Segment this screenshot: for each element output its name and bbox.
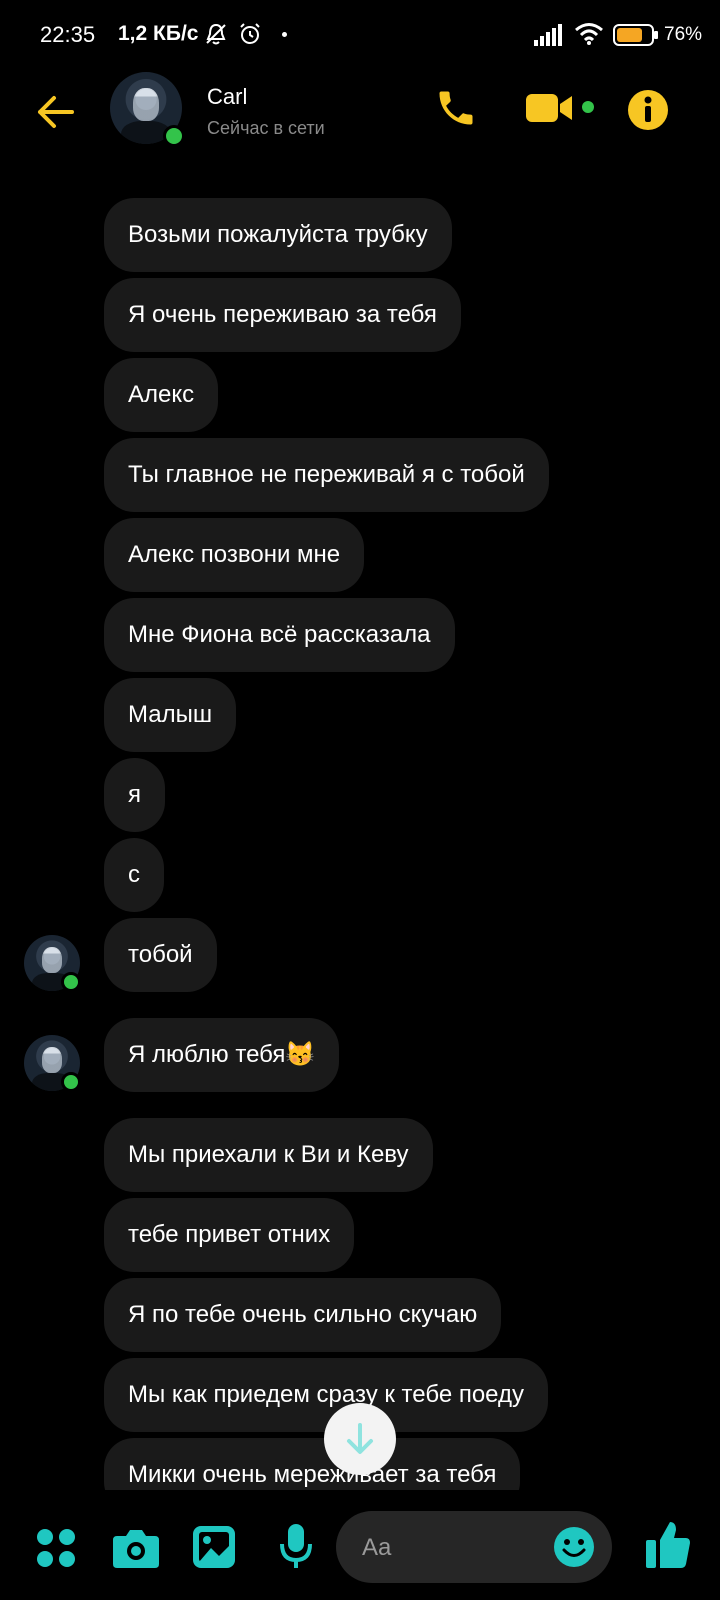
contact-status: Сейчас в сети [207, 118, 325, 138]
battery-level-fill [617, 28, 642, 42]
message-bubble[interactable]: Я люблю тебя😽 [104, 1018, 340, 1092]
gallery-button[interactable] [193, 1526, 235, 1573]
online-indicator [163, 125, 185, 147]
online-indicator [61, 1072, 81, 1092]
arrow-down-icon [324, 1423, 396, 1479]
alarm-icon [238, 22, 262, 51]
battery-icon [613, 24, 659, 51]
info-icon [626, 90, 670, 136]
bell-off-icon [205, 22, 227, 51]
notification-dot [282, 32, 287, 37]
message-bubble[interactable]: Алекс [104, 358, 219, 432]
emoji-button[interactable] [554, 1527, 594, 1572]
phone-icon [434, 91, 478, 134]
message-bubble[interactable]: Возьми пожалуйста трубку [104, 198, 452, 272]
video-call-icon [526, 94, 576, 130]
message-bubble[interactable]: Мне Фиона всё рассказала [104, 598, 455, 672]
back-arrow-icon [32, 96, 80, 140]
message-bubble[interactable]: Я очень переживаю за тебя [104, 278, 461, 352]
message-bubble[interactable]: Ты главное не переживай я с тобой [104, 438, 549, 512]
wifi-icon [574, 22, 604, 51]
message-bubble[interactable]: тебе привет отних [104, 1198, 355, 1272]
message-bubble[interactable]: тобой [104, 918, 217, 992]
message-bubble[interactable]: с [104, 838, 164, 912]
thumbs-up-icon [646, 1522, 690, 1572]
emoji-icon [554, 1527, 594, 1571]
status-time: 22:35 [40, 22, 96, 47]
more-actions-button[interactable] [36, 1528, 76, 1573]
voice-message-button[interactable] [280, 1524, 312, 1575]
video-call-button[interactable] [526, 90, 576, 131]
contact-name[interactable]: Carl [207, 84, 247, 110]
message-composer [0, 1496, 720, 1600]
like-button[interactable] [646, 1520, 690, 1573]
gallery-icon [193, 1526, 235, 1572]
message-input[interactable] [360, 1511, 544, 1585]
back-button[interactable] [32, 88, 80, 136]
status-network-speed: 1,2 КБ/с [118, 22, 199, 45]
camera-icon [113, 1530, 159, 1572]
voice-call-button[interactable] [434, 86, 478, 135]
message-list[interactable]: Возьми пожалуйста трубку Я очень пережив… [0, 190, 720, 1490]
microphone-icon [280, 1524, 312, 1574]
message-bubble[interactable]: Мы приехали к Ви и Кеву [104, 1118, 433, 1192]
message-bubble[interactable]: Я по тебе очень сильно скучаю [104, 1278, 502, 1352]
signal-icon [534, 24, 562, 51]
message-bubble[interactable]: Микки очень мереживает за тебя [104, 1438, 521, 1490]
apps-grid-icon [36, 1529, 76, 1572]
video-active-indicator [582, 101, 594, 113]
camera-button[interactable] [113, 1528, 159, 1573]
chat-header: Carl Сейчас в сети [0, 70, 720, 190]
message-bubble[interactable]: Алекс позвони мне [104, 518, 365, 592]
online-indicator [61, 972, 81, 992]
battery-percent: 76% [664, 24, 703, 45]
scroll-to-bottom-button[interactable] [324, 1403, 396, 1475]
message-input-container[interactable] [336, 1511, 612, 1585]
info-button[interactable] [626, 88, 670, 137]
message-bubble[interactable]: я [104, 758, 165, 832]
message-bubble[interactable]: Малыш [104, 678, 237, 752]
status-bar: 22:35 1,2 КБ/с 76% [0, 0, 720, 70]
